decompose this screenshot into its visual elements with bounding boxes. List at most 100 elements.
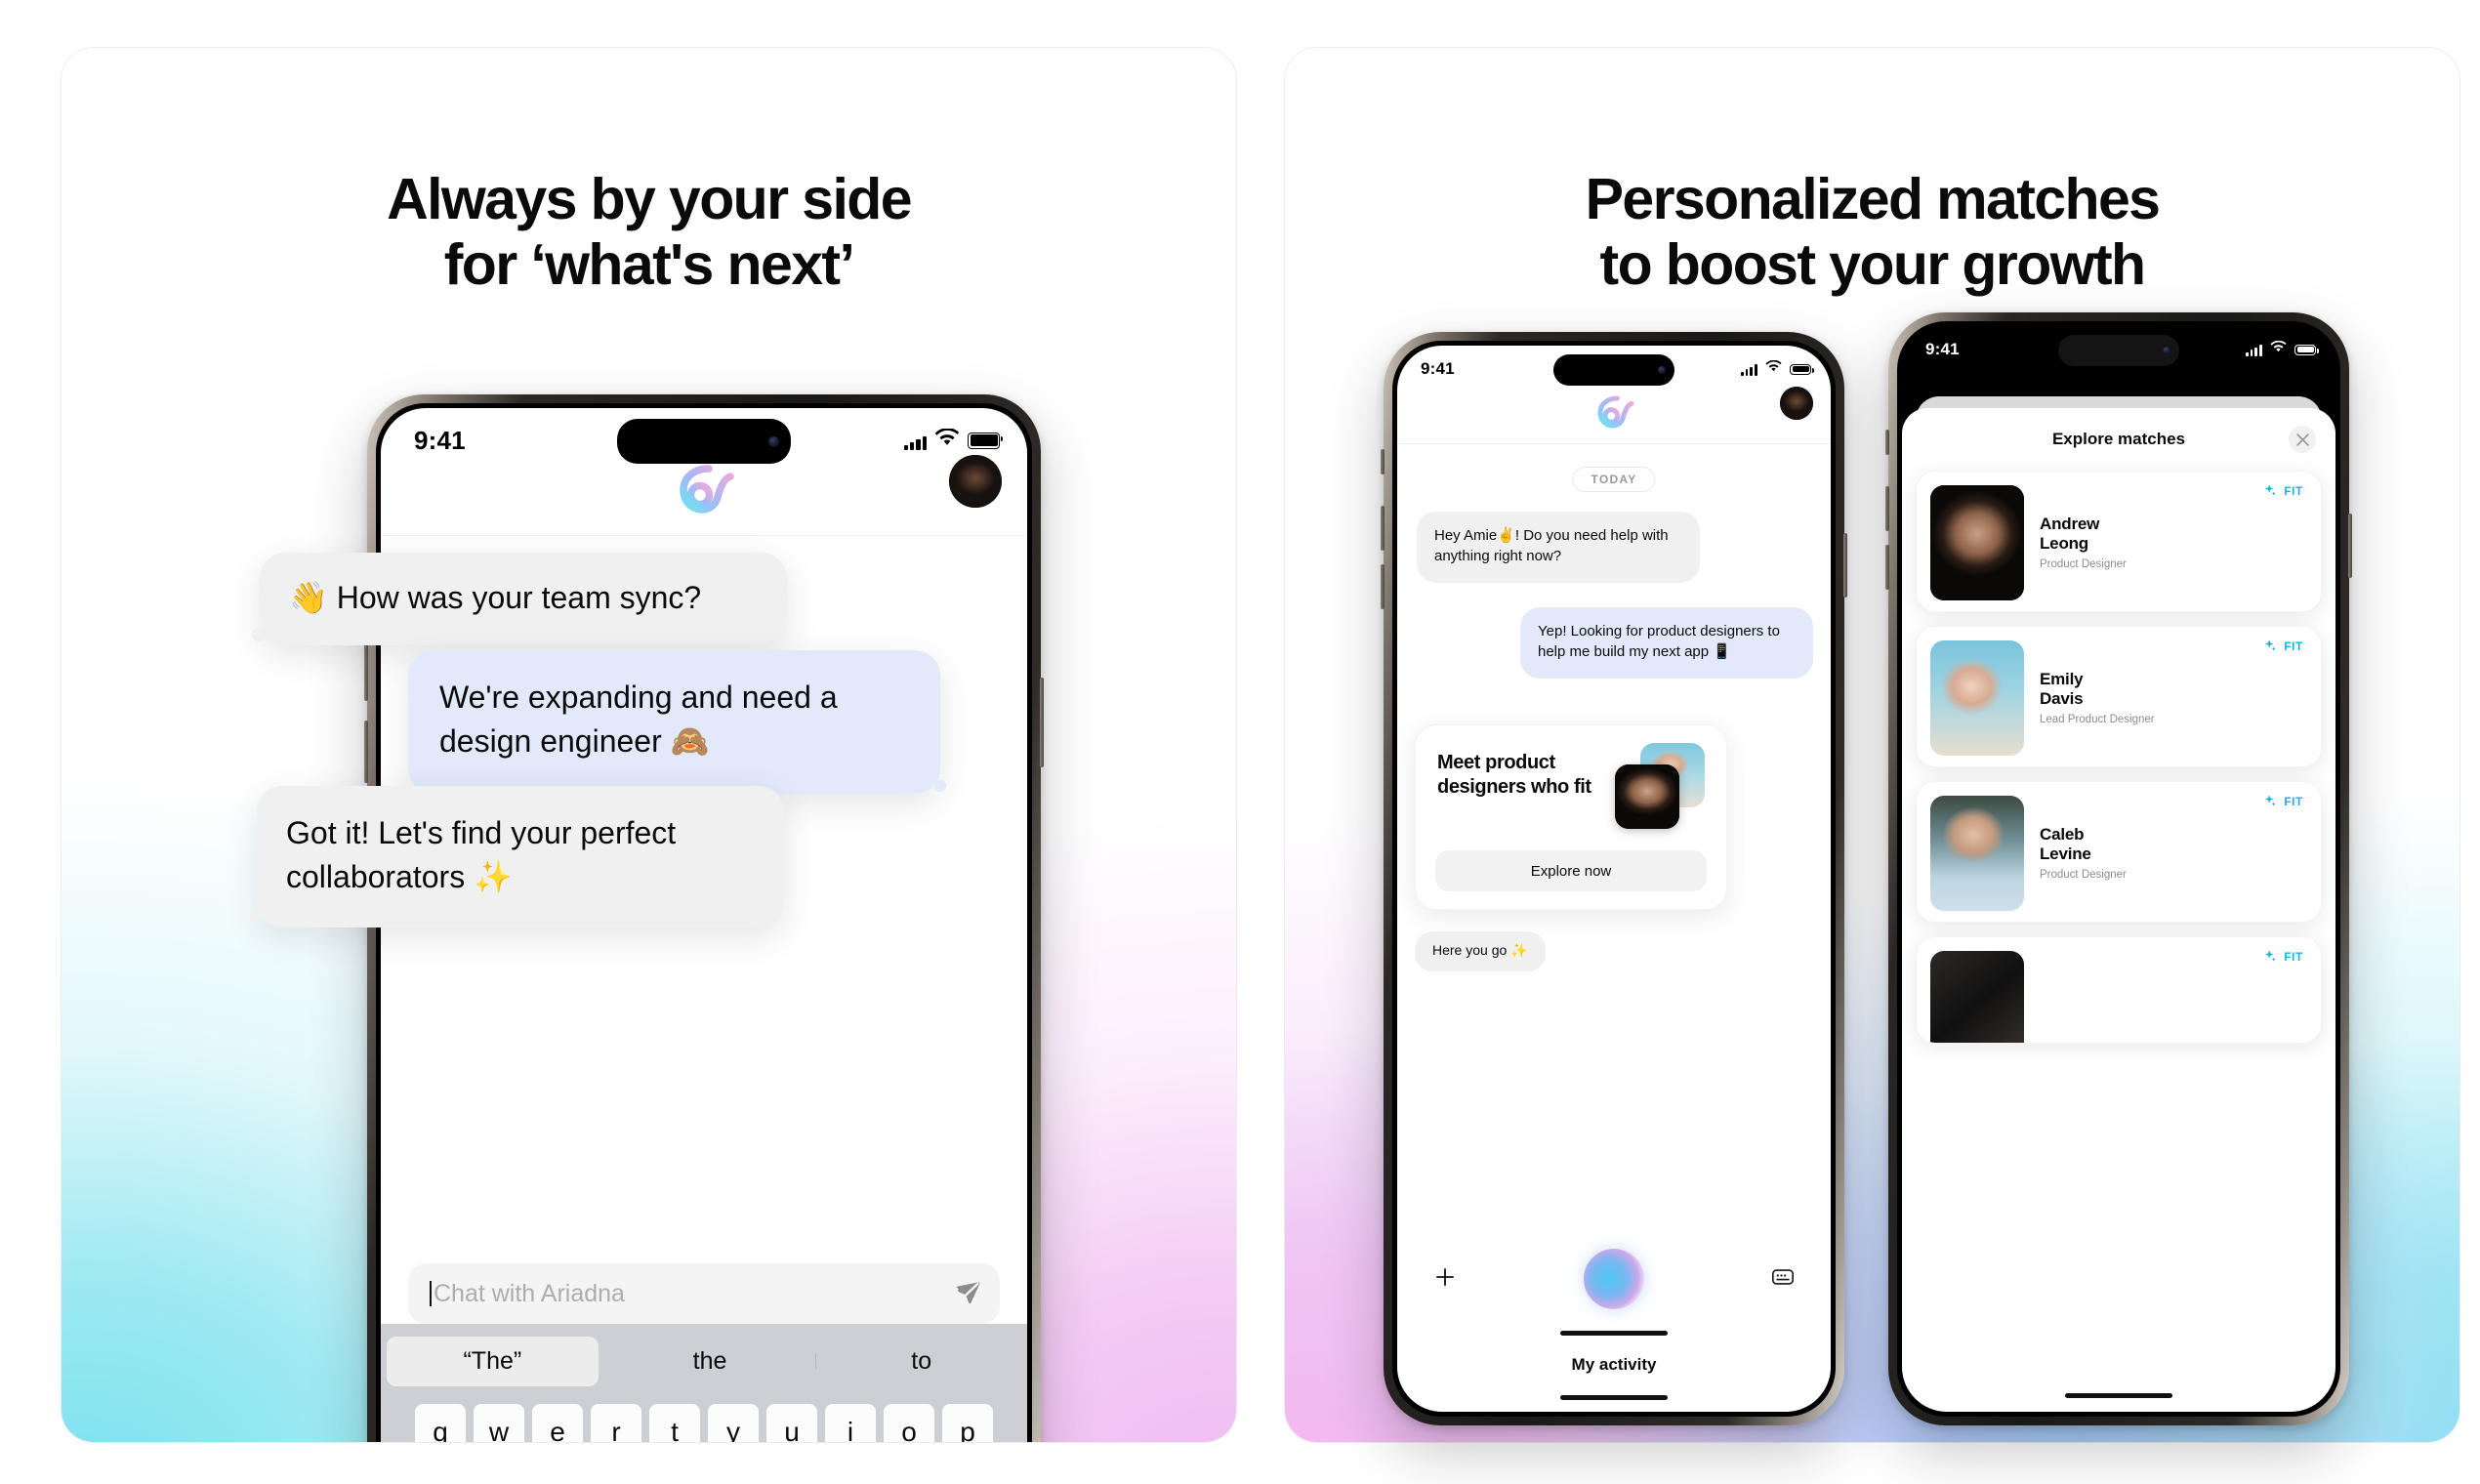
assistant-orb[interactable] [1584, 1249, 1644, 1309]
plus-icon[interactable] [1432, 1264, 1458, 1295]
battery-icon [968, 432, 1003, 449]
chat-input-field[interactable]: Chat with Ariadna [408, 1263, 1000, 1324]
keyboard-key-p[interactable]: p [942, 1404, 993, 1442]
assistant-toolbar [1397, 1230, 1831, 1328]
status-indicators [903, 428, 1003, 452]
explore-now-button[interactable]: Explore now [1435, 850, 1707, 891]
volume-up-button[interactable] [1381, 506, 1385, 551]
keyboard-key-q[interactable]: q [415, 1404, 466, 1442]
phone-bezel: 9:41 [1392, 341, 1836, 1417]
match-name: Caleb Levine [2040, 825, 2091, 863]
close-icon[interactable] [2289, 426, 2316, 453]
suggestion-card[interactable]: Meet product designers who fit Explore n… [1415, 724, 1727, 910]
keyboard-key-y[interactable]: y [708, 1404, 759, 1442]
sparkle-icon [2263, 483, 2278, 501]
suggestion-1[interactable]: the [604, 1337, 816, 1386]
volume-down-button[interactable] [364, 721, 368, 783]
cellular-signal-icon [2245, 344, 2262, 356]
send-icon[interactable] [951, 1275, 984, 1313]
chat-bubble-user-1: Yep! Looking for product designers to he… [1520, 607, 1813, 679]
sparkle-icon [2263, 949, 2278, 967]
chat-bubble-text: We're expanding and need a design engine… [439, 680, 838, 760]
keyboard-suggestion-bar: “The” the to [381, 1324, 1027, 1398]
phone-mockup-assistant: 9:41 TODAY Hey Amie✌️! Do you need help … [1381, 332, 1847, 1425]
volume-down-button[interactable] [1885, 545, 1889, 590]
match-role: Product Designer [2040, 558, 2127, 571]
match-photo [1930, 640, 2024, 756]
suggestion-0[interactable]: “The” [387, 1336, 599, 1386]
keyboard-key-r[interactable]: r [591, 1404, 641, 1442]
chat-bubble-assistant-2: Here you go ✨ [1415, 931, 1546, 971]
match-role: Product Designer [2040, 869, 2127, 882]
chat-bubble-user-1: We're expanding and need a design engine… [408, 650, 946, 794]
front-camera-icon [1658, 366, 1666, 374]
mute-switch[interactable] [1381, 449, 1385, 474]
match-card[interactable]: Emily Davis Lead Product Designer FIT [1916, 626, 2322, 767]
match-info: Andrew Leong Product Designer [2040, 485, 2127, 570]
dynamic-island [1553, 354, 1674, 386]
headline-line-1: Personalized matches [1585, 167, 2161, 231]
status-indicators [2245, 340, 2319, 358]
volume-down-button[interactable] [1381, 564, 1385, 609]
keyboard-key-e[interactable]: e [532, 1404, 583, 1442]
keyboard-key-w[interactable]: w [474, 1404, 524, 1442]
home-indicator[interactable] [2065, 1393, 2172, 1398]
bubble-tail [934, 779, 946, 792]
explore-matches-sheet: Explore matches Andrew Leong Product Desig… [1902, 408, 2335, 1412]
home-indicator[interactable] [1560, 1395, 1668, 1400]
my-activity-sheet[interactable]: My activity [1397, 1338, 1831, 1412]
match-card[interactable]: FIT [1916, 936, 2322, 1044]
match-info: Emily Davis Lead Product Designer [2040, 640, 2155, 725]
chat-bubble-assistant-1: 👋 How was your team sync? [252, 553, 787, 645]
chat-bubble-text: Yep! Looking for product designers to he… [1538, 623, 1780, 661]
sparkle-icon [2263, 639, 2278, 656]
chat-bubble-text: Here you go ✨ [1432, 942, 1528, 958]
match-photo [1930, 796, 2024, 911]
match-name: Emily Davis [2040, 670, 2084, 708]
my-activity-label: My activity [1571, 1355, 1657, 1374]
fit-label: FIT [2284, 486, 2303, 498]
status-time: 9:41 [1925, 340, 1960, 358]
keyboard-icon[interactable] [1770, 1264, 1796, 1295]
dynamic-island [2058, 335, 2179, 366]
volume-up-button[interactable] [1885, 486, 1889, 531]
keyboard-row-1: qwertyuiop [381, 1404, 1027, 1442]
screenshot-stage: Always by your side for ‘what's next’ 9:… [0, 0, 2480, 1484]
chat-bubble-text: Got it! Let's find your perfect collabor… [286, 815, 677, 895]
appbar-divider [1397, 443, 1831, 444]
phone-screen-assistant: 9:41 TODAY Hey Amie✌️! Do you need help … [1397, 346, 1831, 1412]
match-list[interactable]: Andrew Leong Product Designer FIT Emily Davis… [1916, 471, 2322, 1412]
wifi-icon [934, 428, 960, 452]
front-camera-icon [2163, 347, 2170, 354]
chat-input-placeholder: Chat with Ariadna [434, 1279, 625, 1307]
phone-screen-matches: 9:41 Explore matches Andrew Leong Produc… [1902, 326, 2335, 1412]
sheet-title: Explore matches [2051, 430, 2186, 448]
suggestion-2[interactable]: to [815, 1337, 1027, 1386]
fit-label: FIT [2284, 952, 2303, 964]
keyboard-key-i[interactable]: i [825, 1404, 876, 1442]
volume-up-button[interactable] [364, 639, 368, 701]
feature-panel-left: Always by your side for ‘what's next’ 9:… [61, 47, 1237, 1443]
keyboard-key-o[interactable]: o [884, 1404, 934, 1442]
mute-switch[interactable] [1885, 430, 1889, 455]
text-caret [430, 1281, 432, 1306]
phone-bezel: 9:41 Explore matches Andrew Leong Produc… [1897, 321, 2340, 1417]
panel-left-headline: Always by your side for ‘what's next’ [62, 167, 1236, 297]
match-card[interactable]: Andrew Leong Product Designer FIT [1916, 471, 2322, 612]
keyboard-key-u[interactable]: u [766, 1404, 817, 1442]
power-button[interactable] [1040, 678, 1044, 767]
fit-label: FIT [2284, 797, 2303, 808]
keyboard-key-t[interactable]: t [649, 1404, 700, 1442]
day-divider: TODAY [1572, 467, 1656, 492]
home-indicator[interactable] [1560, 1331, 1668, 1336]
power-button[interactable] [2348, 514, 2352, 578]
chat-bubble-assistant-2: Got it! Let's find your perfect collabor… [249, 786, 784, 928]
app-logo [1397, 394, 1831, 430]
power-button[interactable] [1843, 533, 1847, 598]
match-card[interactable]: Caleb Levine Product Designer FIT [1916, 781, 2322, 923]
match-photo [1930, 485, 2024, 600]
dynamic-island [617, 419, 791, 464]
headline-line-1: Always by your side [387, 167, 912, 231]
wifi-icon [1765, 359, 1782, 378]
phone-mockup-matches: 9:41 Explore matches Andrew Leong Produc… [1885, 312, 2352, 1425]
